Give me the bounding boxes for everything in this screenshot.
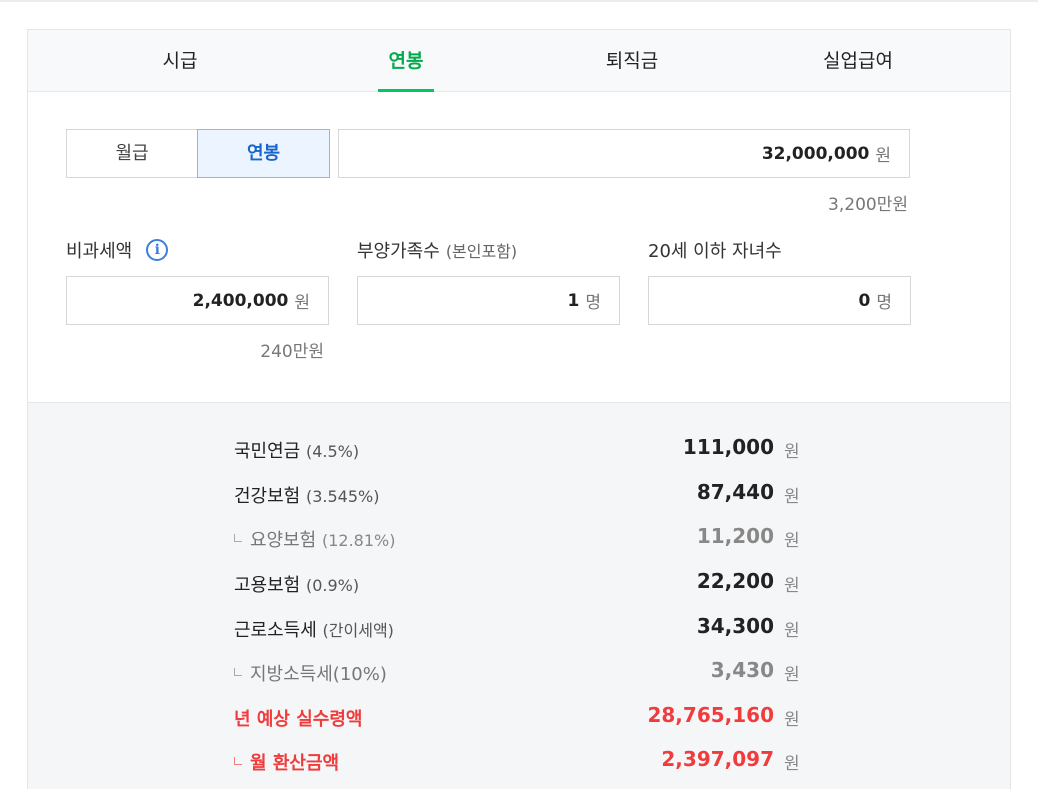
- results-panel: 국민연금 (4.5%) 111,000 원 건강보험 (3.545%) 87,4…: [28, 402, 1010, 789]
- dependents-input[interactable]: 1 명: [357, 276, 620, 325]
- tab-annual[interactable]: 연봉: [286, 30, 526, 92]
- result-unit: 원: [784, 487, 800, 507]
- result-rate: (0.9%): [305, 576, 360, 595]
- result-row-annual-net: 년 예상 실수령액 28,765,160 원: [28, 701, 1010, 731]
- result-rate: (간이세액): [322, 621, 394, 640]
- result-label: 고용보험: [234, 575, 301, 596]
- dependents-label-text: 부양가족수: [357, 241, 440, 262]
- result-label: 지방소득세(10%): [250, 664, 387, 685]
- salary-unit: 원: [875, 146, 891, 166]
- sub-item-corner-icon: [234, 668, 242, 676]
- result-value: 11,200: [696, 524, 774, 548]
- result-value: 111,000: [682, 435, 774, 459]
- result-label: 건강보험: [234, 486, 301, 507]
- nontax-label-text: 비과세액: [66, 241, 133, 262]
- sub-item-corner-icon: [234, 534, 242, 542]
- result-unit: 원: [784, 442, 800, 462]
- dependents-label-sub: (본인포함): [445, 242, 518, 261]
- result-row-health: 건강보험 (3.545%) 87,440 원: [28, 478, 1010, 508]
- children-label-text: 20세 이하 자녀수: [648, 241, 782, 262]
- result-value: 22,200: [696, 569, 774, 593]
- result-rate: (3.545%): [305, 487, 380, 506]
- result-label: 년 예상 실수령액: [234, 709, 363, 730]
- nontax-hint: 240만원: [260, 342, 324, 362]
- result-unit: 원: [784, 710, 800, 730]
- result-label: 월 환산금액: [250, 753, 340, 774]
- result-value: 28,765,160: [647, 703, 774, 727]
- sub-item-corner-icon: [234, 757, 242, 765]
- dependents-label: 부양가족수 (본인포함): [357, 237, 517, 263]
- result-row-income-tax: 근로소득세 (간이세액) 34,300 원: [28, 612, 1010, 642]
- salary-hint: 3,200만원: [828, 195, 908, 215]
- salary-value: 32,000,000: [761, 143, 870, 164]
- result-unit: 원: [784, 754, 800, 774]
- top-divider: [0, 0, 1038, 2]
- dependents-unit: 명: [585, 293, 601, 313]
- children-input[interactable]: 0 명: [648, 276, 911, 325]
- result-row-local-tax: 지방소득세(10%) 3,430 원: [28, 656, 1010, 686]
- result-value: 3,430: [710, 658, 774, 682]
- salary-input[interactable]: 32,000,000 원: [338, 129, 910, 178]
- children-label: 20세 이하 자녀수: [648, 237, 782, 263]
- nontax-input[interactable]: 2,400,000 원: [66, 276, 329, 325]
- result-row-pension: 국민연금 (4.5%) 111,000 원: [28, 433, 1010, 463]
- result-rate: (4.5%): [305, 442, 360, 461]
- result-unit: 원: [784, 665, 800, 685]
- result-label: 요양보험: [250, 530, 317, 551]
- result-rate: (12.81%): [321, 531, 396, 550]
- result-unit: 원: [784, 576, 800, 596]
- children-value: 0: [858, 290, 871, 311]
- result-value: 2,397,097: [661, 747, 774, 771]
- result-label: 국민연금: [234, 441, 301, 462]
- result-unit: 원: [784, 621, 800, 641]
- dependents-value: 1: [567, 290, 580, 311]
- tab-unemployment[interactable]: 실업급여: [738, 30, 978, 92]
- calculator-tabs: 시급 연봉 퇴직금 실업급여: [28, 30, 1010, 92]
- nontax-value: 2,400,000: [192, 290, 289, 311]
- salary-calculator-panel: 시급 연봉 퇴직금 실업급여 월급 연봉 32,000,000 원 3,200만…: [27, 29, 1011, 789]
- result-unit: 원: [784, 531, 800, 551]
- monthly-toggle-button[interactable]: 월급: [66, 129, 198, 178]
- result-value: 87,440: [696, 480, 774, 504]
- nontax-label: 비과세액 i: [66, 237, 169, 263]
- children-unit: 명: [876, 293, 892, 313]
- result-row-monthly-net: 월 환산금액 2,397,097 원: [28, 745, 1010, 775]
- result-row-employment: 고용보험 (0.9%) 22,200 원: [28, 567, 1010, 597]
- info-icon[interactable]: i: [146, 239, 169, 261]
- result-row-longterm-care: 요양보험 (12.81%) 11,200 원: [28, 522, 1010, 552]
- annual-toggle-button[interactable]: 연봉: [197, 129, 330, 178]
- active-tab-underline: [378, 89, 434, 92]
- tab-severance[interactable]: 퇴직금: [512, 30, 752, 92]
- nontax-unit: 원: [294, 293, 310, 313]
- tab-hourly[interactable]: 시급: [60, 30, 300, 92]
- result-value: 34,300: [696, 614, 774, 638]
- result-label: 근로소득세: [234, 620, 317, 641]
